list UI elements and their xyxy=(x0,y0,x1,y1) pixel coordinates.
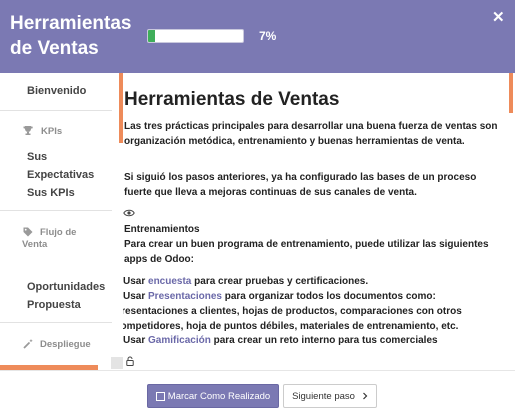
lock-icon xyxy=(126,356,134,366)
progress-bar xyxy=(147,29,244,43)
list-item: •Usar Presentaciones para organizar todo… xyxy=(123,289,501,334)
footer-divider xyxy=(0,370,515,371)
note-paragraph: Si siguió los pasos anteriores, ya ha co… xyxy=(124,172,477,198)
wand-icon xyxy=(23,339,33,349)
next-step-label: Siguiente paso xyxy=(292,390,355,402)
square-icon xyxy=(155,391,165,401)
sidebar-divider xyxy=(0,110,112,111)
mark-done-label: Marcar Como Realizado xyxy=(167,390,271,402)
sidebar-item-kpis[interactable]: Sus KPIs xyxy=(27,184,75,202)
bullet-prefix: Usar xyxy=(123,291,149,302)
section-intro: Para crear un buen programa de entrenami… xyxy=(124,239,489,265)
bullet-suffix: para crear pruebas y certificaciones. xyxy=(191,276,369,287)
link-presentaciones[interactable]: Presentaciones xyxy=(148,291,222,302)
wizard-header: Herramientas de Ventas 7% ✕ xyxy=(0,0,515,73)
list-item: •Usar Gamificación para crear un reto in… xyxy=(123,333,501,348)
sidebar-item-oportunidades[interactable]: Oportunidades xyxy=(27,278,117,296)
link-gamificacion[interactable]: Gamificación xyxy=(148,335,211,346)
sidebar-item-welcome[interactable]: Bienvenido xyxy=(27,82,86,100)
page-title: Herramientas de Ventas xyxy=(124,89,340,110)
content-scrollbar[interactable] xyxy=(509,73,513,113)
sidebar-header-flow: Flujo de Venta xyxy=(22,227,77,250)
sidebar-divider xyxy=(0,322,112,323)
close-icon[interactable]: ✕ xyxy=(492,8,505,26)
scroll-corner xyxy=(111,357,123,369)
bullet-suffix: para crear un reto interno para tus come… xyxy=(210,335,438,346)
sidebar-divider xyxy=(0,210,112,211)
mark-done-button[interactable]: Marcar Como Realizado xyxy=(147,384,279,408)
sidebar-header-kpis: KPIs xyxy=(41,126,63,137)
sidebar: Bienvenido KPIs Sus Expectativas Sus KPI… xyxy=(0,73,119,370)
trophy-icon xyxy=(23,126,33,135)
sidebar-item-propuesta[interactable]: Propuesta xyxy=(27,296,81,314)
list-item: •Usar encuesta para crear pruebas y cert… xyxy=(123,274,501,289)
progress-label: 7% xyxy=(259,29,277,43)
app-title: Herramientas de Ventas xyxy=(10,13,132,59)
progress-fill xyxy=(148,30,155,42)
next-step-button[interactable]: Siguiente paso xyxy=(283,384,377,408)
eye-icon xyxy=(123,209,135,217)
link-encuesta[interactable]: encuesta xyxy=(148,276,191,287)
main-content: Herramientas de Ventas Las tres práctica… xyxy=(123,73,507,370)
sidebar-header-deploy: Despliegue xyxy=(40,339,91,350)
sidebar-item-expectativas[interactable]: Sus Expectativas xyxy=(27,148,112,184)
chevron-right-icon xyxy=(362,392,368,400)
bullet-prefix: Usar xyxy=(123,276,149,287)
bullet-prefix: Usar xyxy=(123,335,149,346)
intro-paragraph: Las tres prácticas principales para desa… xyxy=(124,121,498,147)
section-title: Entrenamientos xyxy=(124,224,200,235)
